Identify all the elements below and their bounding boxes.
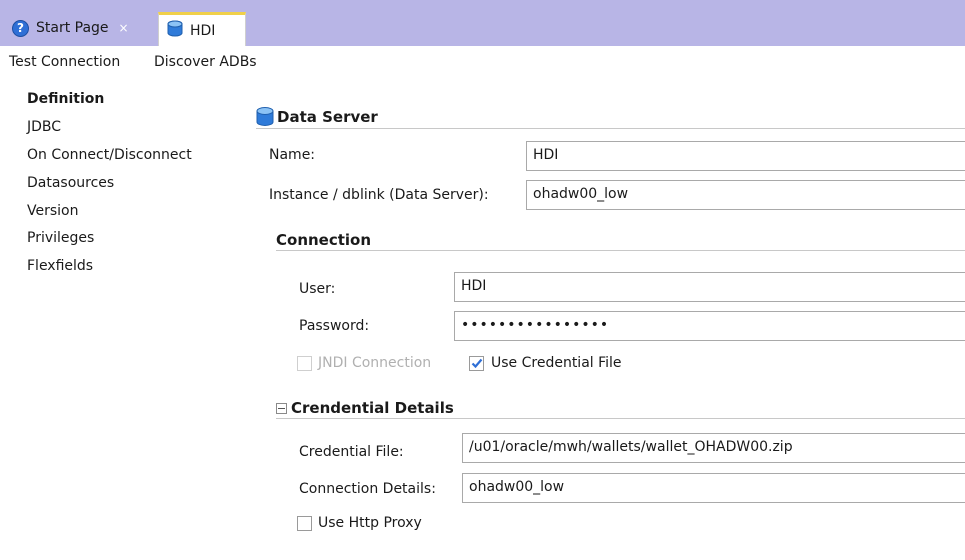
- use-http-proxy-checkbox[interactable]: [297, 516, 312, 531]
- sidebar-item-privileges[interactable]: Privileges: [27, 230, 94, 246]
- editor-tab-strip: ? Start Page × HDI: [0, 0, 965, 46]
- tab-hdi-label: HDI: [190, 22, 216, 39]
- instance-label: Instance / dblink (Data Server):: [269, 187, 489, 203]
- user-label: User:: [299, 281, 336, 297]
- collapse-icon[interactable]: [276, 403, 287, 414]
- tab-start-page-label: Start Page: [36, 20, 109, 36]
- section-divider: [256, 128, 965, 129]
- instance-field[interactable]: ohadw00_low: [526, 180, 965, 210]
- editor-toolbar: Test Connection Discover ADBs: [0, 46, 965, 80]
- password-field[interactable]: ••••••••••••••••: [454, 311, 965, 341]
- tab-hdi[interactable]: HDI: [158, 12, 246, 46]
- sidebar-item-datasources[interactable]: Datasources: [27, 175, 114, 191]
- use-http-proxy-label[interactable]: Use Http Proxy: [318, 515, 422, 531]
- connection-details-field[interactable]: ohadw00_low: [462, 473, 965, 503]
- jndi-connection-label: JNDI Connection: [318, 355, 432, 371]
- sidebar-item-flexfields[interactable]: Flexfields: [27, 258, 93, 274]
- close-icon[interactable]: ×: [119, 21, 129, 35]
- database-icon: [167, 20, 183, 41]
- section-divider: [276, 418, 965, 419]
- discover-adbs-button[interactable]: Discover ADBs: [154, 54, 257, 70]
- sidebar-item-version[interactable]: Version: [27, 203, 78, 219]
- connection-details-label: Connection Details:: [299, 481, 436, 497]
- user-field[interactable]: HDI: [454, 272, 965, 302]
- sidebar-item-jdbc[interactable]: JDBC: [27, 119, 61, 135]
- section-divider: [276, 250, 965, 251]
- name-label: Name:: [269, 147, 316, 163]
- credential-file-field[interactable]: /u01/oracle/mwh/wallets/wallet_OHADW00.z…: [462, 433, 965, 463]
- sidebar-item-definition[interactable]: Definition: [27, 91, 104, 107]
- test-connection-button[interactable]: Test Connection: [9, 54, 120, 70]
- help-icon: ?: [12, 19, 29, 37]
- password-label: Password:: [299, 318, 370, 334]
- use-credential-file-checkbox[interactable]: [469, 356, 484, 371]
- check-icon: [471, 358, 482, 369]
- data-server-title: Data Server: [277, 108, 378, 126]
- jndi-connection-checkbox: [297, 356, 312, 371]
- use-credential-file-label[interactable]: Use Credential File: [491, 355, 622, 371]
- name-field[interactable]: HDI: [526, 141, 965, 171]
- credential-details-title: Crendential Details: [291, 399, 454, 417]
- tab-start-page[interactable]: ? Start Page ×: [4, 13, 156, 43]
- credential-file-label: Credential File:: [299, 444, 404, 460]
- connection-title: Connection: [276, 231, 372, 249]
- sidebar-item-on-connect-disconnect[interactable]: On Connect/Disconnect: [27, 147, 192, 163]
